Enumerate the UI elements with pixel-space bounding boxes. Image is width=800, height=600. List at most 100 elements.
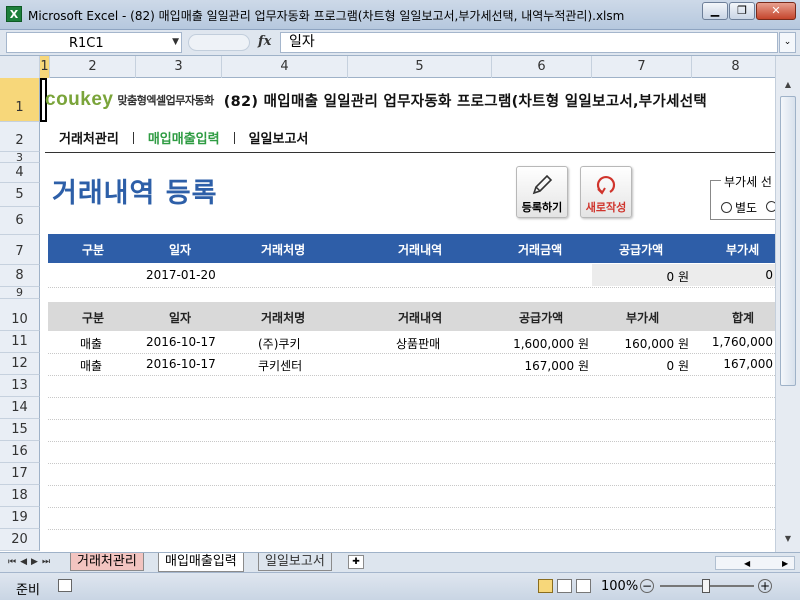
close-button[interactable]: ✕ — [756, 2, 796, 20]
name-box[interactable]: R1C1 ▼ — [6, 32, 182, 53]
coukey-logo: coukey — [45, 89, 114, 110]
register-button[interactable]: 등록하기 — [516, 166, 568, 218]
record-client-cell: (주)쿠키 — [258, 337, 301, 351]
expand-formula-bar-button[interactable]: ⌄ — [779, 32, 796, 53]
scroll-left-button[interactable]: ◀ — [744, 557, 750, 570]
column-header-cell[interactable]: 6 — [492, 56, 592, 78]
row-divider — [48, 529, 775, 530]
scroll-down-button[interactable]: ▼ — [780, 534, 796, 548]
record-date-cell: 2016-10-17 — [146, 357, 216, 371]
tab-client[interactable]: 거래처관리 — [70, 553, 144, 571]
records-table-header: 구분 일자 거래처명 거래내역 공급가액 부가세 합계 — [48, 302, 775, 331]
entry-vat-cell: 0 — [765, 268, 773, 282]
record-date-cell: 2016-10-17 — [146, 335, 216, 349]
row-header-cell[interactable]: 18 — [0, 485, 40, 507]
macro-record-icon[interactable] — [58, 579, 72, 592]
row-header-cell[interactable]: 1 — [0, 78, 40, 122]
normal-view-icon[interactable] — [538, 579, 553, 593]
row-header-cell[interactable]: 14 — [0, 397, 40, 419]
row-header-cell[interactable]: 10 — [0, 299, 40, 331]
restore-button[interactable]: ❐ — [729, 2, 755, 20]
row-header-cell[interactable]: 15 — [0, 419, 40, 441]
row-header-cell[interactable]: 9 — [0, 287, 40, 299]
title-bar: X Microsoft Excel - (82) 매입매출 일일관리 업무자동화… — [0, 0, 800, 30]
scroll-up-button[interactable]: ▲ — [780, 80, 796, 94]
chevron-down-icon[interactable]: ▼ — [172, 37, 179, 47]
row-header-cell[interactable]: 4 — [0, 163, 40, 183]
row-header-cell[interactable]: 19 — [0, 507, 40, 529]
entry-header-type: 구분 — [82, 243, 105, 257]
vertical-scrollbar[interactable]: ▲ ▼ — [775, 56, 800, 552]
page-break-view-icon[interactable] — [576, 579, 591, 593]
row-header-cell[interactable]: 17 — [0, 463, 40, 485]
scroll-thumb[interactable] — [780, 96, 796, 386]
scroll-right-button[interactable]: ▶ — [782, 557, 788, 570]
excel-icon[interactable]: X — [6, 6, 22, 22]
row-divider — [48, 287, 775, 288]
entry-header-date: 일자 — [169, 243, 192, 257]
formula-bar: R1C1 ▼ fx 일자 ⌄ — [0, 30, 800, 56]
column-header-cell[interactable]: 5 — [348, 56, 492, 78]
top-navigation: 거래처관리 매입매출입력 일일보고서 — [45, 123, 775, 153]
records-header-date: 일자 — [169, 311, 192, 325]
row-divider — [48, 463, 775, 464]
insert-sheet-icon[interactable]: ✚ — [348, 555, 364, 569]
worksheet-grid[interactable]: coukey 맞춤형엑셀업무자동화 (82) 매입매출 일일관리 업무자동화 프… — [40, 78, 775, 552]
zoom-level[interactable]: 100% — [601, 579, 638, 594]
tab-entry[interactable]: 매입매출입력 — [158, 553, 244, 572]
record-total-cell: 1,760,000 — [711, 335, 773, 349]
horizontal-scrollbar[interactable]: ◀ ▶ — [715, 556, 795, 570]
row-header-cell[interactable]: 11 — [0, 331, 40, 353]
column-header-cell[interactable]: 7 — [592, 56, 692, 78]
column-header-cell[interactable]: 3 — [136, 56, 222, 78]
tab-report[interactable]: 일일보고서 — [258, 553, 332, 571]
register-button-label: 등록하기 — [521, 201, 563, 214]
radio-button[interactable] — [721, 202, 732, 213]
row-header-cell[interactable]: 8 — [0, 265, 40, 287]
records-header-vat: 부가세 — [626, 311, 660, 325]
row-header-cell[interactable]: 2 — [0, 122, 40, 152]
row-header-cell[interactable]: 5 — [0, 183, 40, 207]
zoom-in-button[interactable]: + — [758, 579, 772, 593]
records-header-detail: 거래내역 — [398, 311, 443, 325]
record-detail-cell: 상품판매 — [396, 337, 441, 351]
records-header-client: 거래처명 — [261, 311, 306, 325]
record-vat-cell: 0 원 — [666, 359, 690, 373]
row-header-cell[interactable]: 6 — [0, 207, 40, 235]
nav-item-client[interactable]: 거래처관리 — [45, 128, 133, 147]
column-header-cell[interactable]: 1 — [40, 56, 50, 78]
function-icon[interactable]: fx — [258, 34, 271, 49]
row-header-cell[interactable]: 7 — [0, 235, 40, 265]
minimize-button[interactable]: ▁ — [702, 2, 728, 20]
entry-header-vat: 부가세 — [726, 243, 760, 257]
entry-date-cell[interactable]: 2017-01-20 — [146, 268, 216, 282]
column-header-cell[interactable]: 4 — [222, 56, 348, 78]
nav-item-entry[interactable]: 매입매출입력 — [134, 128, 234, 147]
banner-title: (82) 매입매출 일일관리 업무자동화 프로그램(차트형 일일보고서,부가세선… — [223, 93, 707, 110]
row-header-cell[interactable]: 12 — [0, 353, 40, 375]
page-layout-view-icon[interactable] — [557, 579, 572, 593]
column-header-cell[interactable]: 8 — [692, 56, 780, 78]
row-header-cell[interactable]: 13 — [0, 375, 40, 397]
select-all-corner[interactable] — [0, 56, 40, 78]
zoom-slider-thumb[interactable] — [702, 579, 710, 593]
row-header-cell[interactable]: 20 — [0, 529, 40, 551]
vat-option-legend: 부가세 선 — [721, 173, 775, 190]
row-header-cell[interactable]: 3 — [0, 152, 40, 163]
page-title: 거래내역 등록 — [52, 178, 218, 209]
record-client-cell: 쿠키센터 — [258, 359, 303, 373]
record-supply-cell: 167,000 원 — [524, 359, 589, 373]
tab-scroll-buttons[interactable]: ⏮◀▶⏭ — [8, 557, 54, 567]
status-ready: 준비 — [16, 583, 40, 598]
record-type-cell: 매출 — [80, 337, 103, 351]
formula-input[interactable]: 일자 — [280, 32, 778, 53]
row-header-cell[interactable]: 16 — [0, 441, 40, 463]
radio-button[interactable] — [766, 201, 775, 212]
records-header-type: 구분 — [82, 311, 105, 325]
new-entry-button[interactable]: 새로작성 — [580, 166, 632, 218]
zoom-out-button[interactable]: − — [640, 579, 654, 593]
vat-option-separate[interactable]: 별도 — [721, 199, 757, 216]
formula-bar-splitter[interactable] — [188, 34, 250, 51]
nav-item-report[interactable]: 일일보고서 — [235, 128, 323, 147]
column-header-cell[interactable]: 2 — [50, 56, 136, 78]
